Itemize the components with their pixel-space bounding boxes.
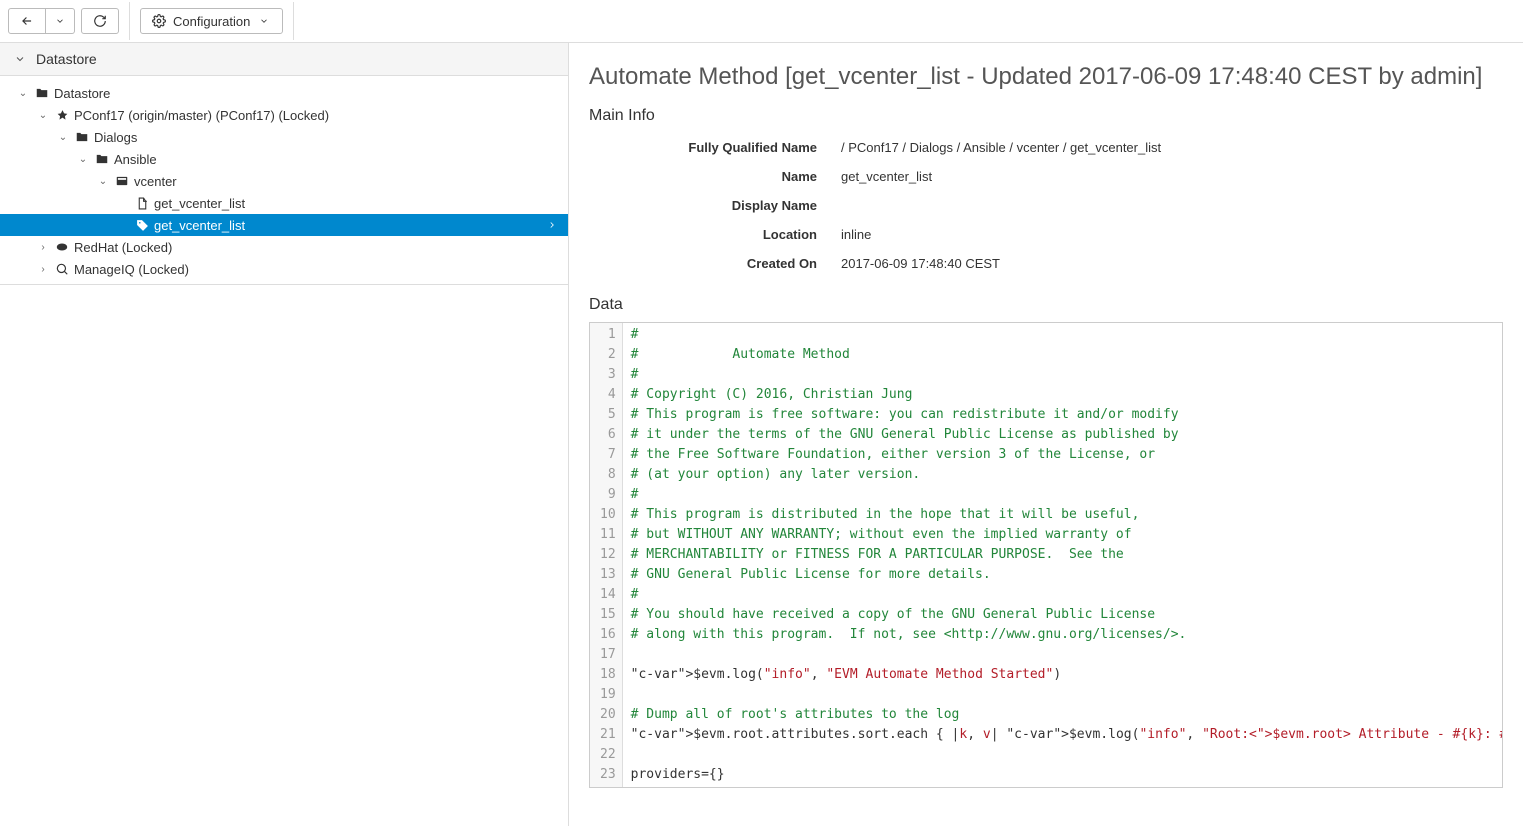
configuration-button[interactable]: Configuration — [140, 8, 283, 34]
info-label: Created On — [589, 249, 835, 278]
main-info-heading: Main Info — [589, 107, 1503, 125]
main-info-table: Fully Qualified Name / PConf17 / Dialogs… — [589, 133, 1503, 278]
info-value: get_vcenter_list — [835, 162, 1503, 191]
tree-label: vcenter — [134, 174, 177, 189]
tree-node-dialogs[interactable]: ⌄ Dialogs — [0, 126, 568, 148]
chevron-down-icon — [12, 53, 28, 65]
tree: ⌄ Datastore ⌄ PConf17 (origin/master) (P… — [0, 76, 568, 291]
tree-label: ManageIQ (Locked) — [74, 262, 189, 277]
folder-icon — [74, 130, 90, 144]
sidebar-panel-header[interactable]: Datastore — [0, 43, 568, 76]
tree-label: get_vcenter_list — [154, 196, 245, 211]
chevron-right-icon[interactable]: › — [36, 242, 50, 253]
data-heading: Data — [589, 296, 1503, 314]
file-icon — [134, 197, 150, 210]
info-row-name: Name get_vcenter_list — [589, 162, 1503, 191]
sidebar-title: Datastore — [36, 51, 97, 67]
redhat-icon — [54, 240, 70, 254]
tree-node-manageiq[interactable]: › ManageIQ (Locked) — [0, 258, 568, 280]
tree-label: Dialogs — [94, 130, 137, 145]
chevron-down-icon[interactable]: ⌄ — [36, 110, 50, 121]
manageiq-icon — [54, 262, 70, 276]
back-button[interactable] — [8, 8, 46, 34]
folder-icon — [34, 86, 50, 100]
tree-node-instance[interactable]: get_vcenter_list — [0, 192, 568, 214]
toolbar-divider — [293, 2, 294, 40]
code-gutter: 1234567891011121314151617181920212223 — [590, 323, 623, 787]
code-body[interactable]: ## Automate Method## Copyright (C) 2016,… — [623, 323, 1502, 787]
code-editor[interactable]: 1234567891011121314151617181920212223 ##… — [589, 322, 1503, 788]
info-value: inline — [835, 220, 1503, 249]
info-row-location: Location inline — [589, 220, 1503, 249]
tree-node-redhat[interactable]: › RedHat (Locked) — [0, 236, 568, 258]
chevron-down-icon[interactable]: ⌄ — [56, 132, 70, 143]
info-value: / PConf17 / Dialogs / Ansible / vcenter … — [835, 133, 1503, 162]
chevron-right-icon — [544, 220, 560, 230]
tree-node-pconf17[interactable]: ⌄ PConf17 (origin/master) (PConf17) (Loc… — [0, 104, 568, 126]
folder-icon — [94, 152, 110, 166]
chevron-down-icon — [256, 16, 272, 26]
tree-label: PConf17 (origin/master) (PConf17) (Locke… — [74, 108, 329, 123]
info-value — [835, 191, 1503, 220]
gear-icon — [151, 14, 167, 28]
main-area: Datastore ⌄ Datastore ⌄ PConf17 (origin/… — [0, 43, 1523, 826]
back-dropdown-button[interactable] — [46, 8, 75, 34]
refresh-button[interactable] — [81, 8, 119, 34]
chevron-down-icon — [52, 16, 68, 26]
info-row-fqn: Fully Qualified Name / PConf17 / Dialogs… — [589, 133, 1503, 162]
tree-label: RedHat (Locked) — [74, 240, 172, 255]
tree-node-vcenter[interactable]: ⌄ vcenter — [0, 170, 568, 192]
chevron-right-icon[interactable]: › — [36, 264, 50, 275]
chevron-down-icon[interactable]: ⌄ — [16, 88, 30, 99]
content-pane: Automate Method [get_vcenter_list - Upda… — [569, 43, 1523, 826]
chevron-down-icon[interactable]: ⌄ — [76, 154, 90, 165]
tree-node-method-selected[interactable]: get_vcenter_list — [0, 214, 568, 236]
info-label: Display Name — [589, 191, 835, 220]
page-title: Automate Method [get_vcenter_list - Upda… — [589, 63, 1503, 91]
tree-label: Datastore — [54, 86, 110, 101]
sidebar: Datastore ⌄ Datastore ⌄ PConf17 (origin/… — [0, 43, 569, 826]
chevron-down-icon[interactable]: ⌄ — [96, 176, 110, 187]
info-label: Fully Qualified Name — [589, 133, 835, 162]
tree-label: Ansible — [114, 152, 157, 167]
tree-node-ansible[interactable]: ⌄ Ansible — [0, 148, 568, 170]
info-row-created-on: Created On 2017-06-09 17:48:40 CEST — [589, 249, 1503, 278]
tree-node-datastore[interactable]: ⌄ Datastore — [0, 82, 568, 104]
domain-icon — [54, 109, 70, 122]
tree-divider — [0, 284, 568, 285]
class-icon — [114, 174, 130, 188]
configuration-label: Configuration — [173, 14, 250, 29]
history-button-group — [8, 8, 75, 34]
refresh-icon — [92, 14, 108, 28]
toolbar: Configuration — [0, 0, 1523, 43]
info-value: 2017-06-09 17:48:40 CEST — [835, 249, 1503, 278]
info-label: Location — [589, 220, 835, 249]
info-row-display-name: Display Name — [589, 191, 1503, 220]
tag-icon — [134, 219, 150, 232]
toolbar-divider — [129, 2, 130, 40]
arrow-left-icon — [19, 14, 35, 28]
info-label: Name — [589, 162, 835, 191]
tree-label: get_vcenter_list — [154, 218, 245, 233]
